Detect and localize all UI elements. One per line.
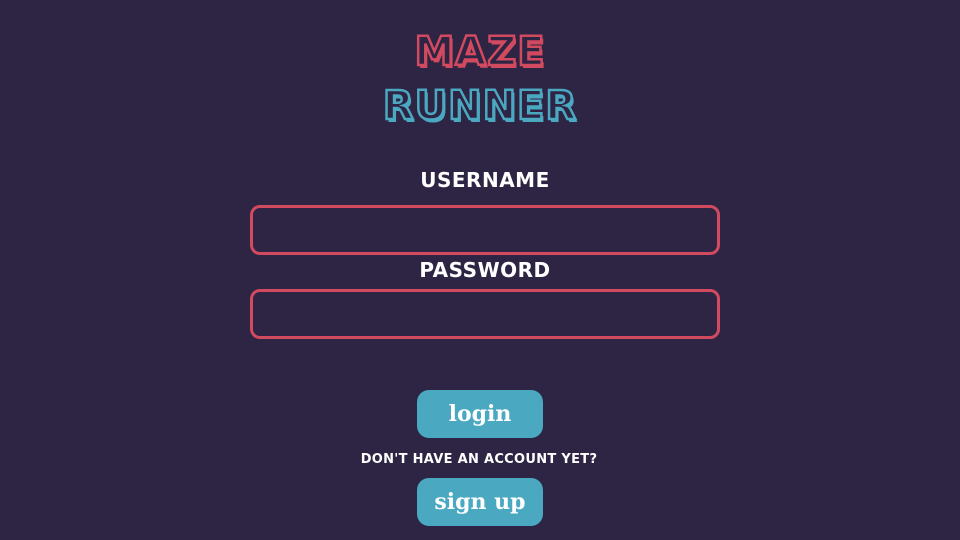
signup-button[interactable]: sign up [417, 478, 543, 526]
logo-maze: MAZE [413, 28, 546, 77]
logo-runner: RUNNER [382, 82, 578, 131]
password-label: PASSWORD [419, 258, 551, 282]
signup-prompt: DON'T HAVE AN ACCOUNT YET? [360, 452, 598, 467]
username-input[interactable] [250, 205, 720, 255]
login-button[interactable]: login [417, 390, 543, 438]
username-label: USERNAME [420, 168, 550, 192]
password-input[interactable] [250, 289, 720, 339]
